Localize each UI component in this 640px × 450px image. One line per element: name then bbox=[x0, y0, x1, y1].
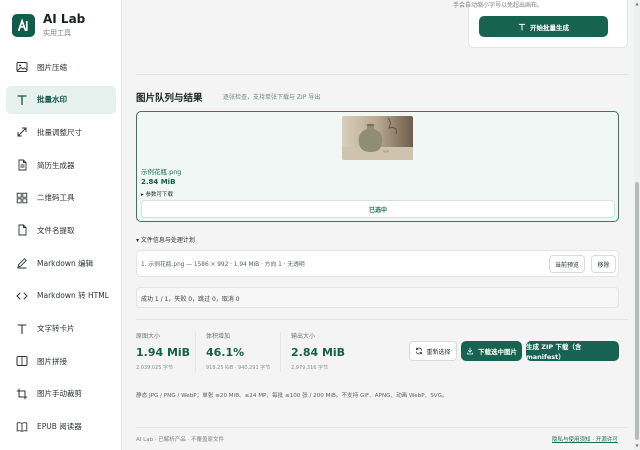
section-title: 图片队列与结果 bbox=[136, 93, 203, 104]
sidebar-item-batch-watermark[interactable]: 批量水印 bbox=[6, 85, 116, 114]
sidebar-item-label: 简历生成器 bbox=[37, 160, 75, 170]
reselect-button[interactable]: 重新选择 bbox=[409, 341, 457, 361]
divider bbox=[280, 332, 281, 372]
image-icon bbox=[15, 61, 28, 74]
stat-label: 输出大小 bbox=[291, 333, 316, 340]
image-icon bbox=[15, 355, 28, 368]
file-icon bbox=[15, 224, 28, 237]
selected-button[interactable]: 已选中 bbox=[141, 200, 615, 218]
sidebar-item-label: 文件名提取 bbox=[37, 225, 75, 235]
batch-generate-button[interactable]: 开始批量生成 bbox=[479, 16, 608, 37]
scroll-up-icon[interactable]: ▲ bbox=[635, 2, 639, 6]
download-selected-label: 下载选中图片 bbox=[478, 348, 517, 356]
status-text: 成功 1 / 1，失败 0，跳过 0，取消 0 bbox=[141, 296, 240, 303]
sidebar-item-label: EPUB 阅读器 bbox=[37, 422, 82, 432]
main-content: 手会自动缩小字号以免超出画布。 开始批量生成 图片队列与结果 逐张检查，支持单张… bbox=[122, 0, 640, 450]
divider bbox=[136, 319, 628, 320]
sidebar-item-label: Markdown 编辑 bbox=[37, 258, 94, 268]
resize-icon bbox=[15, 126, 28, 139]
sidebar-item-epub-reader[interactable]: EPUB 阅读器 bbox=[6, 413, 116, 441]
brand-title: AI Lab bbox=[43, 12, 86, 26]
code-icon bbox=[15, 289, 28, 302]
stat-value: 46.1% bbox=[206, 346, 245, 359]
file-info-row: 1. 示例花瓶.png — 1586 × 992 · 1.94 MiB · 方向… bbox=[136, 250, 619, 277]
sidebar-item-image-crop[interactable]: 图片手动裁剪 bbox=[6, 380, 116, 408]
sidebar: AI Lab 实用工具 图片压缩 批量水印 批量调整尺寸 简历生成器 二维码工具… bbox=[0, 0, 122, 450]
reselect-label: 重新选择 bbox=[426, 348, 451, 356]
download-params-toggle[interactable]: ▸ 参数可下载 bbox=[141, 190, 173, 198]
stat-sub: 2,979,316 字节 bbox=[291, 365, 329, 371]
divider bbox=[136, 74, 628, 75]
current-preview-button[interactable]: 当前预览 bbox=[549, 255, 585, 273]
scroll-down-icon[interactable]: ▼ bbox=[635, 444, 639, 448]
file-size: 2.84 MiB bbox=[141, 178, 176, 186]
sidebar-item-label: 图片手动裁剪 bbox=[37, 389, 82, 399]
crop-icon bbox=[15, 387, 28, 400]
sidebar-item-batch-resize[interactable]: 批量调整尺寸 bbox=[6, 118, 116, 146]
text-icon bbox=[518, 23, 526, 30]
sidebar-item-label: 批量调整尺寸 bbox=[37, 127, 82, 137]
text-icon bbox=[15, 322, 28, 335]
footer-note: AI Lab · 已解析产品 · 不覆盖原文件 bbox=[136, 437, 225, 443]
scrollbar-thumb[interactable] bbox=[635, 182, 639, 440]
sidebar-item-label: 文字转卡片 bbox=[37, 324, 75, 333]
file-name: 示例花瓶.png bbox=[141, 168, 182, 176]
brand-subtitle: 实用工具 bbox=[43, 29, 71, 37]
sidebar-item-label: 批量水印 bbox=[37, 95, 67, 105]
download-selected-button[interactable]: 下载选中图片 bbox=[461, 341, 522, 361]
book-icon bbox=[15, 420, 28, 433]
refresh-icon bbox=[416, 347, 423, 355]
sidebar-item-label: 二维码工具 bbox=[37, 193, 75, 203]
sidebar-nav: 图片压缩 批量水印 批量调整尺寸 简历生成器 二维码工具 文件名提取 Markd… bbox=[6, 53, 116, 445]
download-icon bbox=[466, 347, 474, 355]
image-thumbnail[interactable] bbox=[342, 116, 413, 160]
sidebar-item-markdown-edit[interactable]: Markdown 编辑 bbox=[6, 249, 116, 277]
logo-icon bbox=[12, 13, 35, 37]
stat-value: 2.84 MiB bbox=[291, 346, 346, 359]
stat-label: 原图大小 bbox=[136, 333, 161, 340]
sidebar-item-label: 图片拼接 bbox=[37, 356, 67, 366]
section-subtitle: 逐张检查，支持单张下载与 ZIP 导出 bbox=[223, 94, 321, 101]
stat-label: 体积增加 bbox=[206, 333, 231, 340]
file-info-text: 1. 示例花瓶.png — 1586 × 992 · 1.94 MiB · 方向… bbox=[141, 262, 305, 268]
stat-size-increase: 体积增加 46.1% 918.25 KiB · 940,291 字节 bbox=[206, 331, 270, 371]
file-info-toggle[interactable]: ▾ 文件信息与处理计划 bbox=[136, 235, 195, 244]
stat-original-size: 原图大小 1.94 MiB 2,039,025 字节 bbox=[136, 331, 190, 371]
remove-button[interactable]: 移除 bbox=[591, 255, 616, 273]
status-summary: 成功 1 / 1，失败 0，跳过 0，取消 0 bbox=[136, 287, 619, 308]
format-limits: 静态 JPG / PNG / WebP；单张 ≤20 MiB、≤24 MP，每批… bbox=[136, 393, 448, 399]
divider bbox=[195, 332, 196, 372]
sidebar-item-label: 图片压缩 bbox=[37, 62, 67, 72]
stat-value: 1.94 MiB bbox=[136, 346, 191, 359]
sidebar-item-filename-extract[interactable]: 文件名提取 bbox=[6, 216, 116, 244]
sidebar-item-markdown-to-html[interactable]: Markdown 转 HTML bbox=[6, 282, 116, 310]
sidebar-item-qr-tool[interactable]: 二维码工具 bbox=[6, 184, 116, 212]
generate-zip-button[interactable]: 生成 ZIP 下载（含 manifest） bbox=[526, 341, 619, 361]
stat-sub: 918.25 KiB · 940,291 字节 bbox=[206, 365, 271, 371]
sidebar-item-label: Markdown 转 HTML bbox=[37, 291, 109, 301]
divider bbox=[136, 427, 628, 428]
brand[interactable]: AI Lab 实用工具 bbox=[12, 12, 85, 38]
font-hint: 手会自动缩小字号以免超出画布。 bbox=[453, 2, 544, 9]
pen-icon bbox=[15, 257, 28, 270]
document-icon bbox=[15, 159, 28, 172]
sidebar-item-image-compress[interactable]: 图片压缩 bbox=[6, 53, 116, 81]
text-icon bbox=[15, 93, 28, 106]
stat-output-size: 输出大小 2.84 MiB 2,979,316 字节 bbox=[291, 331, 345, 371]
scrollbar[interactable]: ▲ ▼ bbox=[634, 0, 640, 450]
grid-icon bbox=[15, 191, 28, 204]
footer-links[interactable]: 隐私与使用须知 · 开源许可 bbox=[552, 435, 618, 443]
app-window: AI Lab 实用工具 图片压缩 批量水印 批量调整尺寸 简历生成器 二维码工具… bbox=[0, 0, 640, 450]
stat-sub: 2,039,025 字节 bbox=[136, 365, 174, 371]
sidebar-item-text-to-card[interactable]: 文字转卡片 bbox=[6, 315, 116, 343]
batch-generate-label: 开始批量生成 bbox=[530, 23, 569, 32]
sidebar-item-image-stitch[interactable]: 图片拼接 bbox=[6, 347, 116, 375]
image-result-card[interactable]: 示例花瓶.png 2.84 MiB ▸ 参数可下载 已选中 bbox=[136, 111, 619, 222]
sidebar-item-resume-builder[interactable]: 简历生成器 bbox=[6, 151, 116, 179]
